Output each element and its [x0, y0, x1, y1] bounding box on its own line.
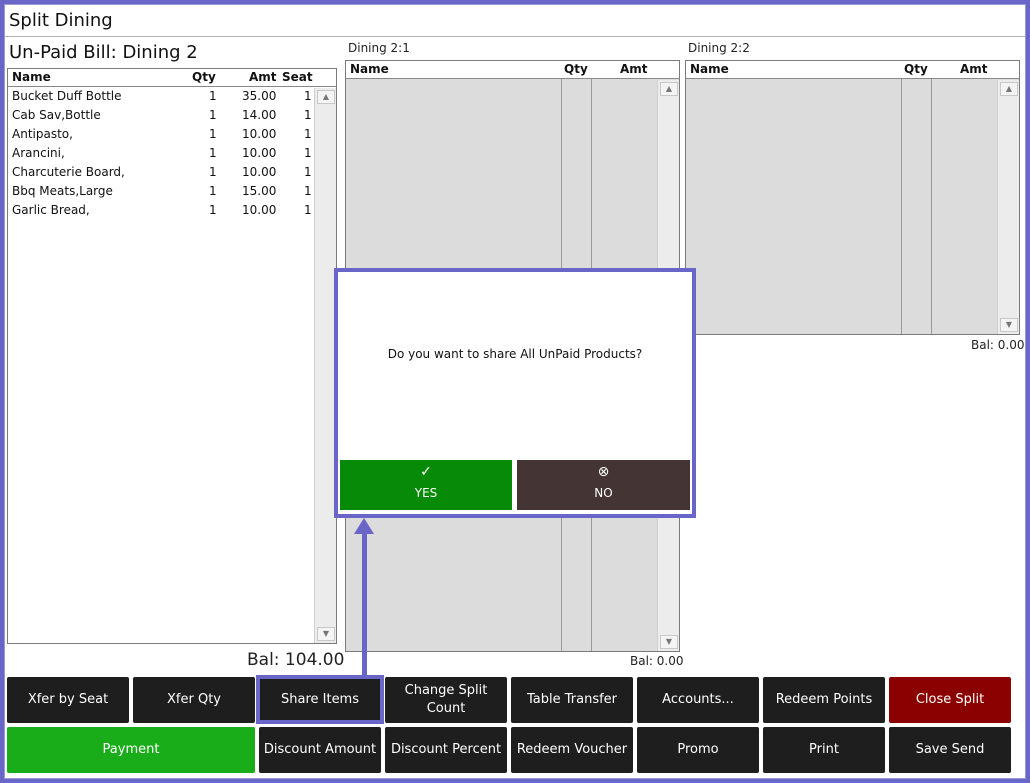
- table-row[interactable]: Arancini, 1 10.00 1: [8, 145, 316, 164]
- col-name-header[interactable]: Name: [350, 62, 389, 76]
- check-icon: ✓: [420, 464, 432, 480]
- item-name: Bucket Duff Bottle: [12, 89, 122, 103]
- unpaid-bill-heading: Un-Paid Bill: Dining 2: [9, 42, 198, 63]
- xfer-qty-button[interactable]: Xfer Qty: [133, 677, 255, 723]
- item-seat: 1: [304, 108, 312, 122]
- discount-percent-button[interactable]: Discount Percent: [385, 727, 507, 773]
- item-seat: 1: [304, 184, 312, 198]
- split-1-balance: Bal: 0.00: [630, 654, 684, 668]
- table-row[interactable]: Charcuterie Board, 1 10.00 1: [8, 164, 316, 183]
- column-divider: [901, 79, 902, 334]
- item-seat: 1: [304, 203, 312, 217]
- column-divider: [931, 79, 932, 334]
- item-seat: 1: [304, 127, 312, 141]
- table-row[interactable]: Garlic Bread, 1 10.00 1: [8, 202, 316, 221]
- item-amt: 10.00: [242, 127, 277, 141]
- bill-scrollbar[interactable]: ▲ ▼: [314, 88, 336, 643]
- item-qty: 1: [209, 184, 217, 198]
- change-split-count-line-2: Count: [426, 701, 466, 716]
- scroll-up-icon[interactable]: ▲: [317, 90, 335, 104]
- no-label: NO: [594, 486, 613, 500]
- col-qty-header[interactable]: Qty: [904, 62, 928, 76]
- payment-button[interactable]: Payment: [7, 727, 255, 773]
- scroll-down-icon[interactable]: ▼: [317, 627, 335, 641]
- bill-balance: Bal: 104.00: [247, 650, 345, 670]
- no-button[interactable]: ⊗ NO: [517, 460, 690, 510]
- bill-table-header: Name Qty Amt Seat: [8, 69, 336, 87]
- change-split-count-line-1: Change Split: [404, 683, 488, 698]
- split-2-header: Name Qty Amt: [686, 61, 1019, 79]
- split-2-scrollbar[interactable]: ▲ ▼: [997, 80, 1019, 334]
- col-qty-header[interactable]: Qty: [192, 70, 216, 84]
- split-1-label: Dining 2:1: [348, 41, 410, 55]
- split-2-label: Dining 2:2: [688, 41, 750, 55]
- discount-amount-button[interactable]: Discount Amount: [259, 727, 381, 773]
- scroll-down-icon[interactable]: ▼: [1000, 318, 1018, 332]
- share-items-highlight: [256, 675, 384, 724]
- callout-arrow-icon: [354, 518, 374, 534]
- col-qty-header[interactable]: Qty: [564, 62, 588, 76]
- redeem-voucher-button[interactable]: Redeem Voucher: [511, 727, 633, 773]
- change-split-count-button[interactable]: Change Split Count: [385, 677, 507, 723]
- item-amt: 14.00: [242, 108, 277, 122]
- yes-button[interactable]: ✓ YES: [340, 460, 512, 510]
- scroll-up-icon[interactable]: ▲: [660, 82, 678, 96]
- item-qty: 1: [209, 108, 217, 122]
- col-amt-header[interactable]: Amt: [620, 62, 648, 76]
- print-button[interactable]: Print: [763, 727, 885, 773]
- col-amt-header[interactable]: Amt: [249, 70, 277, 84]
- item-qty: 1: [209, 89, 217, 103]
- split-2-balance: Bal: 0.00: [971, 338, 1025, 352]
- item-amt: 10.00: [242, 203, 277, 217]
- close-circle-icon: ⊗: [597, 464, 610, 480]
- accounts-button[interactable]: Accounts...: [637, 677, 759, 723]
- window-title: Split Dining: [9, 10, 113, 31]
- title-bar: Split Dining: [5, 5, 1025, 37]
- split-2-table: Name Qty Amt ▲ ▼: [685, 60, 1020, 335]
- item-name: Antipasto,: [12, 127, 73, 141]
- col-name-header[interactable]: Name: [12, 70, 51, 84]
- item-qty: 1: [209, 127, 217, 141]
- table-transfer-button[interactable]: Table Transfer: [511, 677, 633, 723]
- scroll-up-icon[interactable]: ▲: [1000, 82, 1018, 96]
- dialog-message: Do you want to share All UnPaid Products…: [387, 347, 643, 361]
- table-row[interactable]: Cab Sav,Bottle 1 14.00 1: [8, 107, 316, 126]
- scroll-down-icon[interactable]: ▼: [660, 635, 678, 649]
- table-row[interactable]: Bucket Duff Bottle 1 35.00 1: [8, 88, 316, 107]
- unpaid-bill-table: Name Qty Amt Seat Bucket Duff Bottle 1 3…: [7, 68, 337, 644]
- item-name: Cab Sav,Bottle: [12, 108, 101, 122]
- redeem-points-button[interactable]: Redeem Points: [763, 677, 885, 723]
- share-confirmation-dialog: Do you want to share All UnPaid Products…: [334, 268, 696, 518]
- item-seat: 1: [304, 165, 312, 179]
- item-amt: 10.00: [242, 165, 277, 179]
- promo-button[interactable]: Promo: [637, 727, 759, 773]
- item-seat: 1: [304, 146, 312, 160]
- close-split-button[interactable]: Close Split: [889, 677, 1011, 723]
- item-amt: 35.00: [242, 89, 277, 103]
- xfer-by-seat-button[interactable]: Xfer by Seat: [7, 677, 129, 723]
- item-name: Garlic Bread,: [12, 203, 90, 217]
- item-qty: 1: [209, 146, 217, 160]
- col-amt-header[interactable]: Amt: [960, 62, 988, 76]
- col-name-header[interactable]: Name: [690, 62, 729, 76]
- item-name: Arancini,: [12, 146, 65, 160]
- table-row[interactable]: Bbq Meats,Large 1 15.00 1: [8, 183, 316, 202]
- item-seat: 1: [304, 89, 312, 103]
- item-qty: 1: [209, 165, 217, 179]
- bill-rows: Bucket Duff Bottle 1 35.00 1 Cab Sav,Bot…: [8, 88, 316, 221]
- split-1-header: Name Qty Amt: [346, 61, 679, 79]
- col-seat-header[interactable]: Seat: [282, 70, 313, 84]
- callout-arrow-line: [362, 528, 367, 676]
- save-send-button[interactable]: Save Send: [889, 727, 1011, 773]
- item-amt: 10.00: [242, 146, 277, 160]
- table-row[interactable]: Antipasto, 1 10.00 1: [8, 126, 316, 145]
- item-name: Charcuterie Board,: [12, 165, 125, 179]
- item-name: Bbq Meats,Large: [12, 184, 113, 198]
- item-amt: 15.00: [242, 184, 277, 198]
- yes-label: YES: [414, 486, 438, 500]
- item-qty: 1: [209, 203, 217, 217]
